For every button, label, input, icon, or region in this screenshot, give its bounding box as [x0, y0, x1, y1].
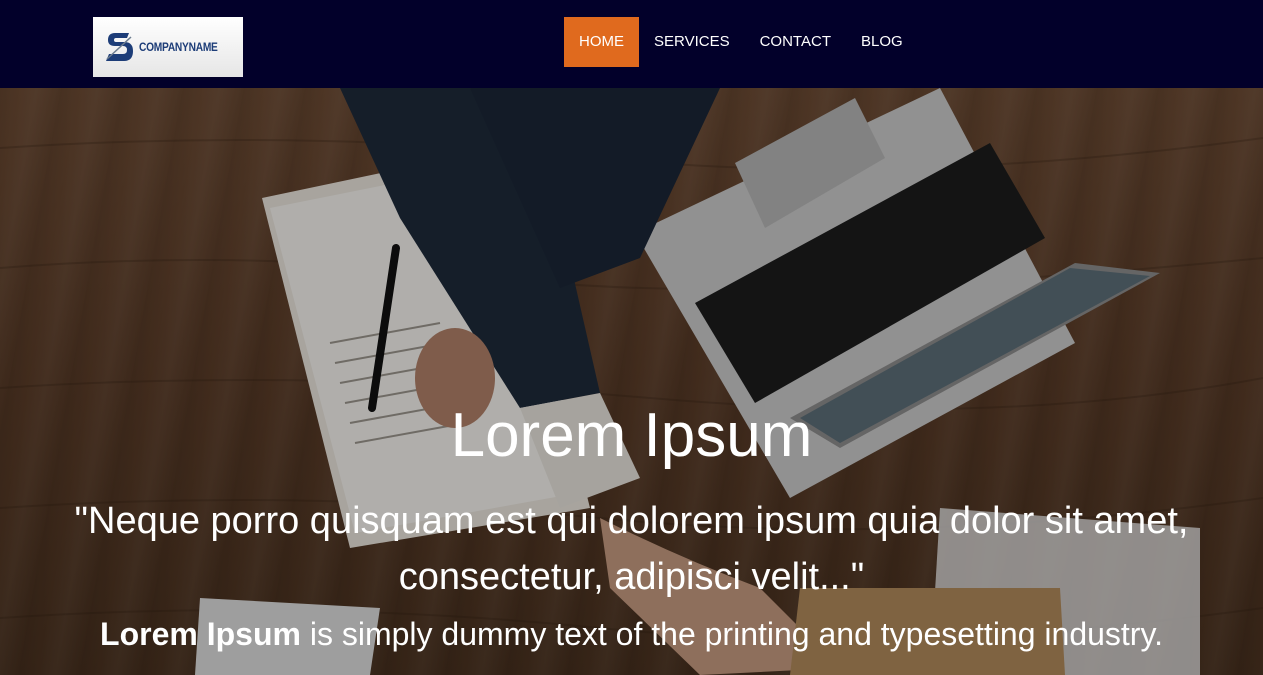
- hero-banner: Lorem Ipsum "Neque porro quisquam est qu…: [0, 88, 1263, 675]
- company-logo[interactable]: COMPANYNAME: [93, 17, 243, 77]
- nav-services[interactable]: SERVICES: [639, 17, 745, 67]
- hero-description-bold: Lorem Ipsum: [100, 616, 301, 652]
- nav-home[interactable]: HOME: [564, 17, 639, 67]
- nav-contact[interactable]: CONTACT: [745, 17, 846, 67]
- logo-s-icon: [105, 33, 133, 61]
- hero-title: Lorem Ipsum: [450, 401, 813, 470]
- main-nav: HOME SERVICES CONTACT BLOG: [564, 17, 918, 67]
- hero-quote: "Neque porro quisquam est qui dolorem ip…: [74, 500, 1189, 598]
- hero-description: Lorem Ipsum is simply dummy text of the …: [0, 612, 1263, 656]
- logo-text: COMPANYNAME: [138, 40, 218, 54]
- hero-description-text: is simply dummy text of the printing and…: [300, 616, 1163, 652]
- nav-blog[interactable]: BLOG: [846, 17, 918, 67]
- navbar: COMPANYNAME HOME SERVICES CONTACT BLOG: [0, 0, 1263, 88]
